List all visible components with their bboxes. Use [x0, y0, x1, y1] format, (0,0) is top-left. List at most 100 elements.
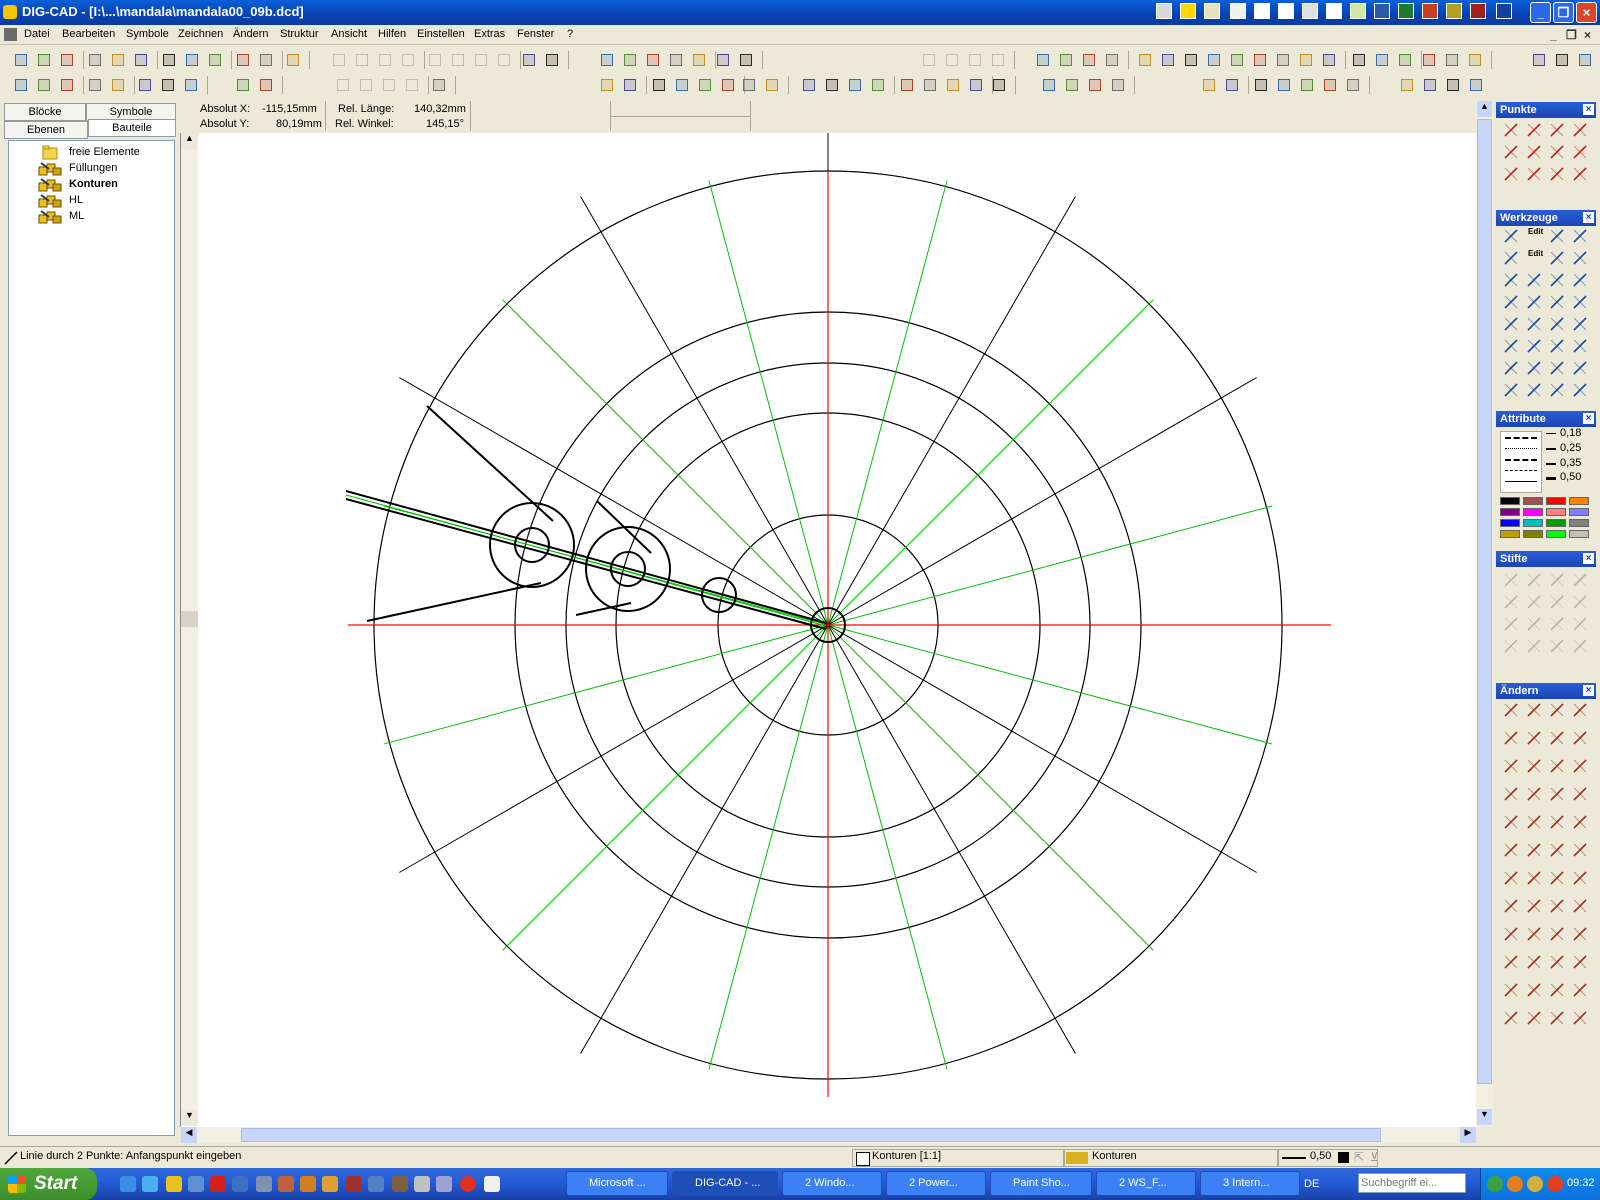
contour-line[interactable] — [426, 405, 554, 522]
green-spoke-line[interactable] — [708, 180, 829, 626]
palette-tool-button[interactable] — [1502, 143, 1520, 161]
toolbar-button[interactable] — [520, 51, 538, 69]
toolbar-button[interactable] — [1086, 76, 1104, 94]
app-quicklaunch-icon[interactable] — [278, 1176, 294, 1192]
close-icon[interactable]: × — [1583, 212, 1594, 223]
menu-bearbeiten[interactable]: Bearbeiten — [62, 28, 115, 40]
palette-tool-button[interactable] — [1548, 757, 1566, 775]
menu-hilfen[interactable]: Hilfen — [378, 28, 406, 40]
notes-icon[interactable] — [1350, 3, 1366, 19]
menu-aendern[interactable]: Ändern — [233, 28, 268, 40]
palette-tool-button[interactable] — [1571, 271, 1589, 289]
palette-tool-button[interactable] — [1548, 897, 1566, 915]
palette-tool-button[interactable] — [1571, 925, 1589, 943]
palette-werkzeuge-title[interactable]: Werkzeuge × — [1496, 210, 1596, 226]
toolbar-button[interactable] — [989, 51, 1007, 69]
toolbar-button[interactable] — [673, 76, 691, 94]
palette-tool-button[interactable] — [1548, 249, 1566, 267]
toolbar-button[interactable] — [159, 76, 177, 94]
mdi-minimize-button[interactable]: _ — [1550, 28, 1557, 42]
toolbar-button[interactable] — [737, 51, 755, 69]
palette-attribute-title[interactable]: Attribute × — [1496, 411, 1596, 427]
palette-tool-button[interactable] — [1548, 615, 1566, 633]
start-button[interactable]: Start — [0, 1168, 97, 1200]
toolbar-button[interactable] — [234, 51, 252, 69]
menu-help[interactable]: ? — [567, 28, 573, 40]
palette-tool-button[interactable] — [1525, 143, 1543, 161]
task-windows[interactable]: 2 Windo... — [782, 1171, 882, 1196]
toolbar-button[interactable] — [109, 76, 127, 94]
powerpoint-icon[interactable] — [1422, 3, 1438, 19]
palette-tool-button[interactable] — [1548, 869, 1566, 887]
toolbar-button[interactable] — [1421, 76, 1439, 94]
palette-tool-button[interactable] — [1548, 337, 1566, 355]
palette-tool-button[interactable] — [1571, 701, 1589, 719]
palette-tool-button[interactable] — [1502, 925, 1520, 943]
palette-tool-button[interactable] — [1502, 593, 1520, 611]
menu-extras[interactable]: Extras — [474, 28, 505, 40]
toolbar-button[interactable] — [182, 76, 200, 94]
mail-icon[interactable] — [1230, 3, 1246, 19]
palette-tool-button[interactable] — [1548, 593, 1566, 611]
doc-icon[interactable] — [1254, 3, 1270, 19]
toolbar-button[interactable] — [1576, 51, 1594, 69]
vertical-scrollbar[interactable]: ▲ ▼ — [1476, 101, 1493, 1126]
toolbar-button[interactable] — [206, 51, 224, 69]
title-bar[interactable]: DIG-CAD - [I:\...\mandala\mandala00_09b.… — [0, 0, 1600, 25]
palette-tool-button[interactable] — [1571, 757, 1589, 775]
palette-tool-button[interactable] — [1525, 841, 1543, 859]
palette-tool-button[interactable] — [1571, 981, 1589, 999]
toolbar-button[interactable] — [284, 51, 302, 69]
palette-tool-button[interactable] — [1571, 813, 1589, 831]
palette-tool-button[interactable] — [1571, 337, 1589, 355]
toolbar-button[interactable] — [1080, 51, 1098, 69]
mdi-close-button[interactable]: × — [1584, 28, 1591, 42]
toolbar-button[interactable] — [598, 51, 616, 69]
color-swatch[interactable] — [1523, 530, 1543, 538]
palette-tool-button[interactable] — [1548, 381, 1566, 399]
palette-tool-button[interactable] — [1502, 813, 1520, 831]
color-swatch[interactable] — [1523, 508, 1543, 516]
doc-icon[interactable] — [1302, 3, 1318, 19]
black-spoke-line[interactable] — [827, 624, 1076, 1054]
color-swatch[interactable] — [1500, 497, 1520, 505]
toolbar-button[interactable] — [1298, 76, 1316, 94]
close-icon[interactable]: × — [1583, 553, 1594, 564]
app-quicklaunch-icon[interactable] — [300, 1176, 316, 1192]
tray-app-icon[interactable] — [1180, 3, 1196, 19]
task-microsoft[interactable]: Microsoft ... — [566, 1171, 668, 1196]
palette-tool-button[interactable] — [1502, 381, 1520, 399]
color-swatch[interactable] — [1569, 497, 1589, 505]
color-swatch[interactable] — [1546, 497, 1566, 505]
toolbar-button[interactable] — [966, 51, 984, 69]
toolbar-button[interactable] — [543, 51, 561, 69]
tray-app-icon[interactable] — [1156, 3, 1172, 19]
palette-tool-button[interactable] — [1548, 1009, 1566, 1027]
green-spoke-line[interactable] — [502, 299, 829, 626]
palette-tool-button[interactable] — [1548, 953, 1566, 971]
task-powerpoint[interactable]: 2 Power... — [886, 1171, 986, 1196]
palette-tool-button[interactable] — [1548, 571, 1566, 589]
palette-punkte-title[interactable]: Punkte × — [1496, 102, 1596, 118]
green-spoke-line[interactable] — [827, 505, 1273, 626]
palette-tool-button[interactable] — [1525, 359, 1543, 377]
scroll-thumb[interactable] — [1477, 119, 1492, 1084]
more-quicklaunch-icon[interactable] — [484, 1176, 500, 1192]
toolbar-button[interactable] — [1159, 51, 1177, 69]
toolbar-button[interactable] — [1373, 51, 1391, 69]
tray-app-icon[interactable] — [1204, 3, 1220, 19]
scroll-up-arrow-icon[interactable]: ▲ — [181, 133, 198, 149]
palette-tool-button[interactable] — [1525, 925, 1543, 943]
palette-tool-button[interactable] — [1502, 869, 1520, 887]
toolbar-button[interactable] — [1444, 76, 1462, 94]
palette-tool-button[interactable] — [1525, 615, 1543, 633]
language-indicator[interactable]: DE — [1304, 1178, 1319, 1190]
palette-tool-button[interactable] — [1525, 757, 1543, 775]
search-input[interactable] — [1358, 1173, 1466, 1193]
close-icon[interactable]: × — [1583, 685, 1594, 696]
palette-tool-button[interactable] — [1502, 729, 1520, 747]
palette-tool-button[interactable] — [1502, 571, 1520, 589]
toolbar-button[interactable] — [1136, 51, 1154, 69]
word-icon[interactable] — [1374, 3, 1390, 19]
contour-circle[interactable] — [489, 502, 575, 588]
